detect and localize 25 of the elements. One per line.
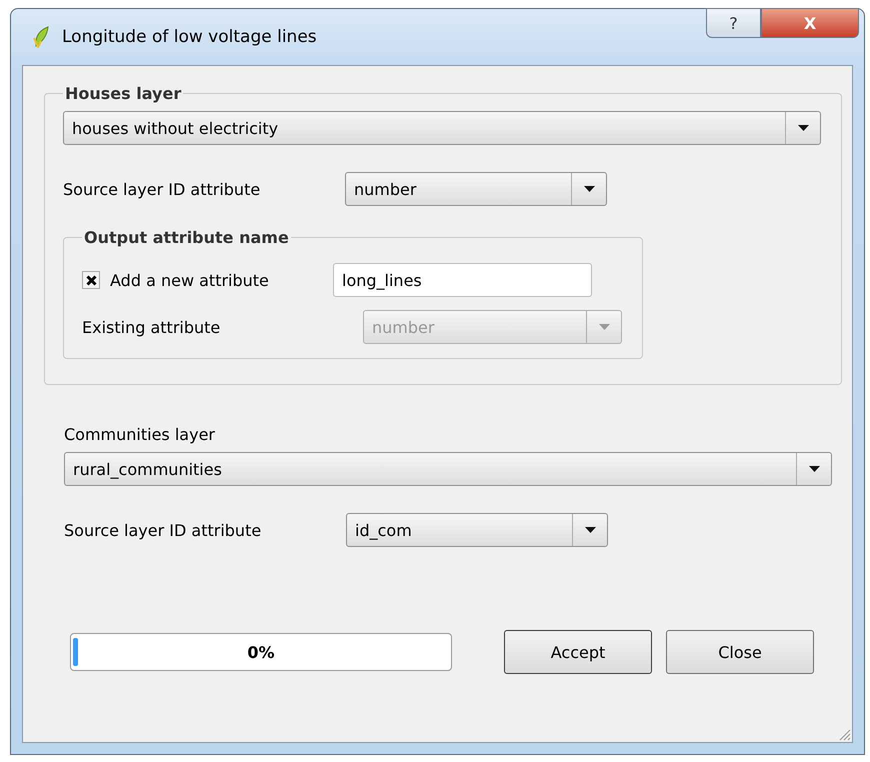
help-button[interactable]: ?	[706, 8, 761, 38]
accept-button[interactable]: Accept	[504, 630, 652, 674]
checkbox-label: Add a new attribute	[110, 270, 270, 290]
dropdown[interactable]: number	[345, 172, 607, 206]
field-label: Source layer ID attribute	[64, 520, 262, 540]
field-label: Source layer ID attribute	[63, 180, 262, 198]
field-label: Existing attribute	[82, 318, 222, 336]
caret-icon	[808, 466, 820, 472]
caret-icon	[584, 526, 596, 534]
cross-icon	[86, 274, 96, 286]
close-button[interactable]: Close	[666, 630, 814, 674]
progress-text: 0%	[247, 642, 275, 662]
resize-grip-icon	[837, 727, 851, 741]
field-label: Communities layer	[64, 425, 215, 444]
checkbox[interactable]	[82, 271, 100, 289]
dropdown[interactable]: id_com	[346, 513, 608, 547]
caret-icon	[584, 186, 594, 192]
input-field[interactable]: long_lines	[333, 263, 592, 297]
dropdown[interactable]: houses without electricity	[63, 111, 821, 145]
window-title: Longitude of low voltage lines	[62, 27, 317, 47]
group-title: Houses layer	[64, 84, 182, 103]
group-title: Output attribute name	[83, 228, 290, 247]
caret-icon	[598, 324, 610, 330]
caret-icon	[798, 124, 808, 132]
dropdown[interactable]: rural_communities	[64, 452, 832, 486]
